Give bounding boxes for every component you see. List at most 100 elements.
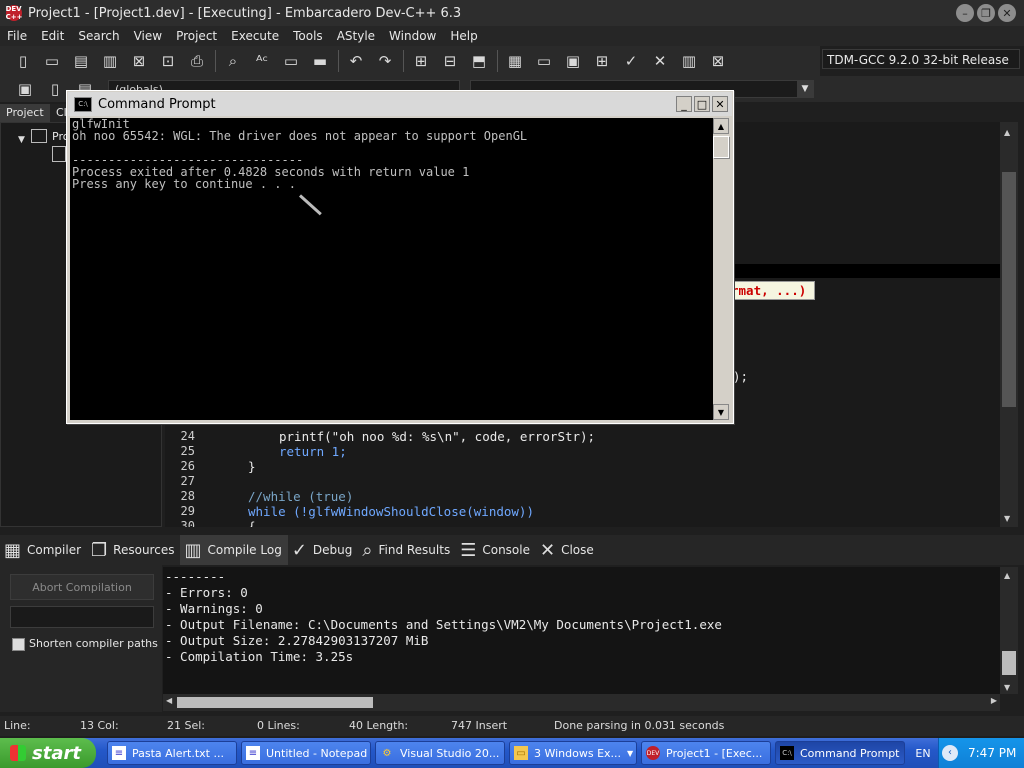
menu-astyle[interactable]: AStyle [330, 29, 382, 43]
tab-label: Close [561, 543, 594, 557]
tree-expand-icon[interactable]: ▼ [18, 135, 25, 145]
tray-arrow-icon[interactable]: ‹ [942, 745, 958, 761]
restore-icon[interactable]: ❐ [977, 4, 995, 22]
bookmark-icon[interactable]: ▯ [44, 78, 66, 100]
toggle-icon[interactable]: ▬ [309, 50, 331, 72]
console-scrollbar[interactable]: ▲ ▼ [713, 118, 730, 420]
menu-tools[interactable]: Tools [286, 29, 330, 43]
undo-icon[interactable]: ↶ [345, 50, 367, 72]
title-bar: DEV C++ Project1 - [Project1.dev] - [Exe… [0, 0, 1024, 26]
tab-label: Find Results [378, 543, 451, 557]
taskbar-item[interactable]: ⚙ Visual Studio 20... [375, 741, 505, 765]
toolbar-divider [497, 50, 498, 72]
new-file-icon[interactable]: ▯ [12, 50, 34, 72]
rebuild-icon[interactable]: ⊞ [591, 50, 613, 72]
add-to-project-icon[interactable]: ⊞ [410, 50, 432, 72]
project-options-icon[interactable]: ⬒ [468, 50, 490, 72]
scroll-left-icon[interactable]: ◀ [166, 696, 172, 705]
menu-edit[interactable]: Edit [34, 29, 71, 43]
tab-project[interactable]: Project [0, 104, 50, 122]
delete-profile-icon[interactable]: ⊠ [707, 50, 729, 72]
taskbar-item[interactable]: DEV Project1 - [Exec... [641, 741, 771, 765]
menu-help[interactable]: Help [443, 29, 484, 43]
status-mode: 747 Insert [451, 719, 508, 732]
minimize-icon[interactable]: _ [676, 96, 692, 112]
source-file-icon[interactable] [52, 146, 66, 162]
scrollbar-thumb[interactable] [1002, 172, 1016, 407]
tab-compile-log[interactable]: ▥ Compile Log [180, 535, 288, 565]
clock[interactable]: 7:47 PM [968, 746, 1016, 760]
taskbar-item-active[interactable]: C:\ Command Prompt [775, 741, 905, 765]
compiler-select[interactable]: TDM-GCC 9.2.0 32-bit Release [822, 49, 1020, 69]
run-icon[interactable]: ▭ [533, 50, 555, 72]
remove-from-project-icon[interactable]: ⊟ [439, 50, 461, 72]
scrollbar-thumb[interactable] [713, 136, 729, 158]
shorten-paths-checkbox[interactable] [12, 638, 25, 651]
editor-vertical-scrollbar[interactable]: ▲ ▼ [1000, 122, 1018, 527]
log-vertical-scrollbar[interactable]: ▲ ▼ [1000, 567, 1018, 694]
find-icon[interactable]: ⌕ [222, 50, 244, 72]
tab-label: Compile Log [207, 543, 282, 557]
command-prompt-title: Command Prompt [98, 96, 216, 112]
tab-resources[interactable]: ❐ Resources [87, 535, 180, 565]
goto-icon[interactable]: ▭ [280, 50, 302, 72]
scroll-up-icon[interactable]: ▲ [1004, 571, 1010, 580]
window-title: Project1 - [Project1.dev] - [Executing] … [28, 5, 462, 21]
menu-project[interactable]: Project [169, 29, 224, 43]
scroll-down-icon[interactable]: ▼ [1004, 514, 1010, 523]
log-horizontal-scrollbar[interactable]: ◀ ▶ [163, 694, 1000, 711]
tab-find-results[interactable]: ⌕ Find Results [358, 535, 456, 565]
menu-file[interactable]: File [0, 29, 34, 43]
profile-icon[interactable]: ▥ [678, 50, 700, 72]
menu-window[interactable]: Window [382, 29, 443, 43]
compile-icon[interactable]: ▦ [504, 50, 526, 72]
taskbar-item[interactable]: ≡ Pasta Alert.txt ... [107, 741, 237, 765]
redo-icon[interactable]: ↷ [374, 50, 396, 72]
code-line: } [248, 459, 256, 474]
minimize-icon[interactable]: – [956, 4, 974, 22]
stop-execution-icon[interactable]: ✕ [649, 50, 671, 72]
close-file-icon[interactable]: ⊠ [128, 50, 150, 72]
save-icon[interactable]: ▤ [70, 50, 92, 72]
replace-icon[interactable]: ᴬᶜ [251, 50, 273, 72]
open-folder-icon[interactable]: ▭ [41, 50, 63, 72]
menu-search[interactable]: Search [71, 29, 126, 43]
start-button[interactable]: start [0, 738, 96, 768]
abort-compilation-button[interactable]: Abort Compilation [10, 574, 154, 600]
console-output: glfwInit oh noo 65542: WGL: The driver do… [72, 118, 712, 190]
maximize-icon[interactable]: □ [694, 96, 710, 112]
scroll-up-icon[interactable]: ▲ [1004, 128, 1010, 137]
tab-debug[interactable]: ✓ Debug [288, 535, 359, 565]
taskbar-item-label: Pasta Alert.txt ... [132, 746, 224, 760]
close-icon[interactable]: ✕ [712, 96, 728, 112]
tab-console[interactable]: ☰ Console [456, 535, 536, 565]
scrollbar-thumb[interactable] [177, 697, 373, 708]
print-icon[interactable]: ⎙ [186, 50, 208, 72]
language-indicator[interactable]: EN [910, 741, 936, 765]
menu-view[interactable]: View [127, 29, 169, 43]
line-number: 29 [180, 504, 195, 518]
command-prompt-titlebar[interactable]: C:\ Command Prompt _ □ ✕ [68, 92, 732, 116]
taskbar-item[interactable]: ▭ 3 Windows Ex... ▼ [509, 741, 637, 765]
new-class-icon[interactable]: ▣ [14, 78, 36, 100]
code-line: //while (true) [248, 489, 354, 504]
close-all-icon[interactable]: ⊡ [157, 50, 179, 72]
scroll-down-icon[interactable]: ▼ [713, 404, 729, 420]
notepad-icon: ≡ [246, 746, 260, 760]
devcpp-icon: DEV [646, 746, 660, 760]
save-all-icon[interactable]: ▥ [99, 50, 121, 72]
taskbar-item[interactable]: ≡ Untitled - Notepad [241, 741, 371, 765]
tab-close[interactable]: ✕ Close [536, 535, 600, 565]
syntax-check-icon[interactable]: ✓ [620, 50, 642, 72]
scroll-up-icon[interactable]: ▲ [713, 118, 729, 134]
compile-run-icon[interactable]: ▣ [562, 50, 584, 72]
scroll-right-icon[interactable]: ▶ [991, 696, 997, 705]
scrollbar-thumb[interactable] [1002, 651, 1016, 675]
taskbar-item-label: Visual Studio 20... [400, 746, 500, 760]
scroll-down-icon[interactable]: ▼ [1004, 683, 1010, 692]
close-icon[interactable]: ✕ [998, 4, 1016, 22]
code-line-partial: ); [733, 369, 749, 384]
menu-execute[interactable]: Execute [224, 29, 286, 43]
tab-compiler[interactable]: ▦ Compiler [0, 535, 87, 565]
chevron-down-icon: ▼ [627, 748, 634, 758]
